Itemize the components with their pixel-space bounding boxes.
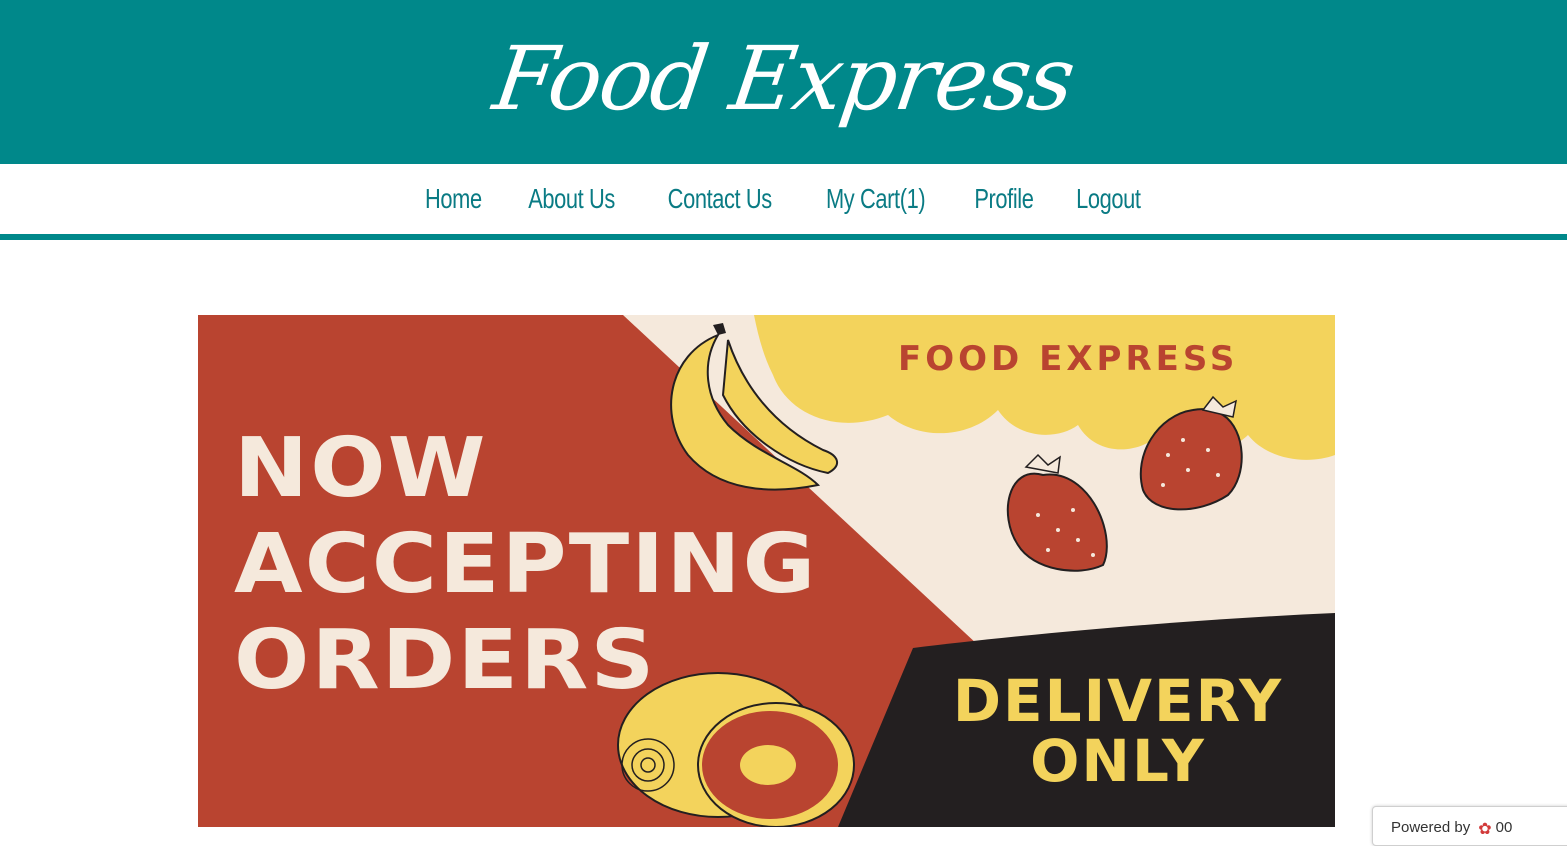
nav-contact-us[interactable]: Contact Us: [667, 183, 772, 215]
powered-by-label: Powered by: [1391, 819, 1471, 836]
site-header: Food Express: [0, 0, 1567, 164]
nav-profile[interactable]: Profile: [974, 183, 1034, 215]
main-nav: Home About Us Contact Us My Cart(1) Prof…: [0, 164, 1567, 234]
powered-by-badge[interactable]: Powered by ✿ 00: [1372, 806, 1567, 846]
site-title[interactable]: Food Express: [488, 27, 1080, 130]
banner-brand: FOOD EXPRESS: [898, 339, 1239, 379]
banner-headline: NOW ACCEPTING ORDERS: [234, 421, 818, 709]
nav-logout[interactable]: Logout: [1077, 183, 1142, 215]
delivery-line: DELIVERY: [952, 667, 1284, 735]
headline-line: ORDERS: [234, 613, 657, 708]
provider-name: 00: [1495, 819, 1513, 836]
provider-logo-icon: ✿: [1478, 821, 1492, 838]
headline-line: NOW: [234, 421, 488, 516]
nav-home[interactable]: Home: [425, 183, 482, 215]
nav-about-us[interactable]: About Us: [528, 183, 615, 215]
delivery-notice: DELIVERY ONLY: [938, 671, 1298, 791]
nav-my-cart[interactable]: My Cart(1): [826, 183, 926, 215]
promo-banner: FOOD EXPRESS NOW ACCEPTING ORDERS DELIVE…: [198, 315, 1335, 827]
headline-line: ACCEPTING: [234, 517, 818, 612]
nav-divider: [0, 234, 1567, 240]
delivery-line: ONLY: [1030, 727, 1206, 795]
